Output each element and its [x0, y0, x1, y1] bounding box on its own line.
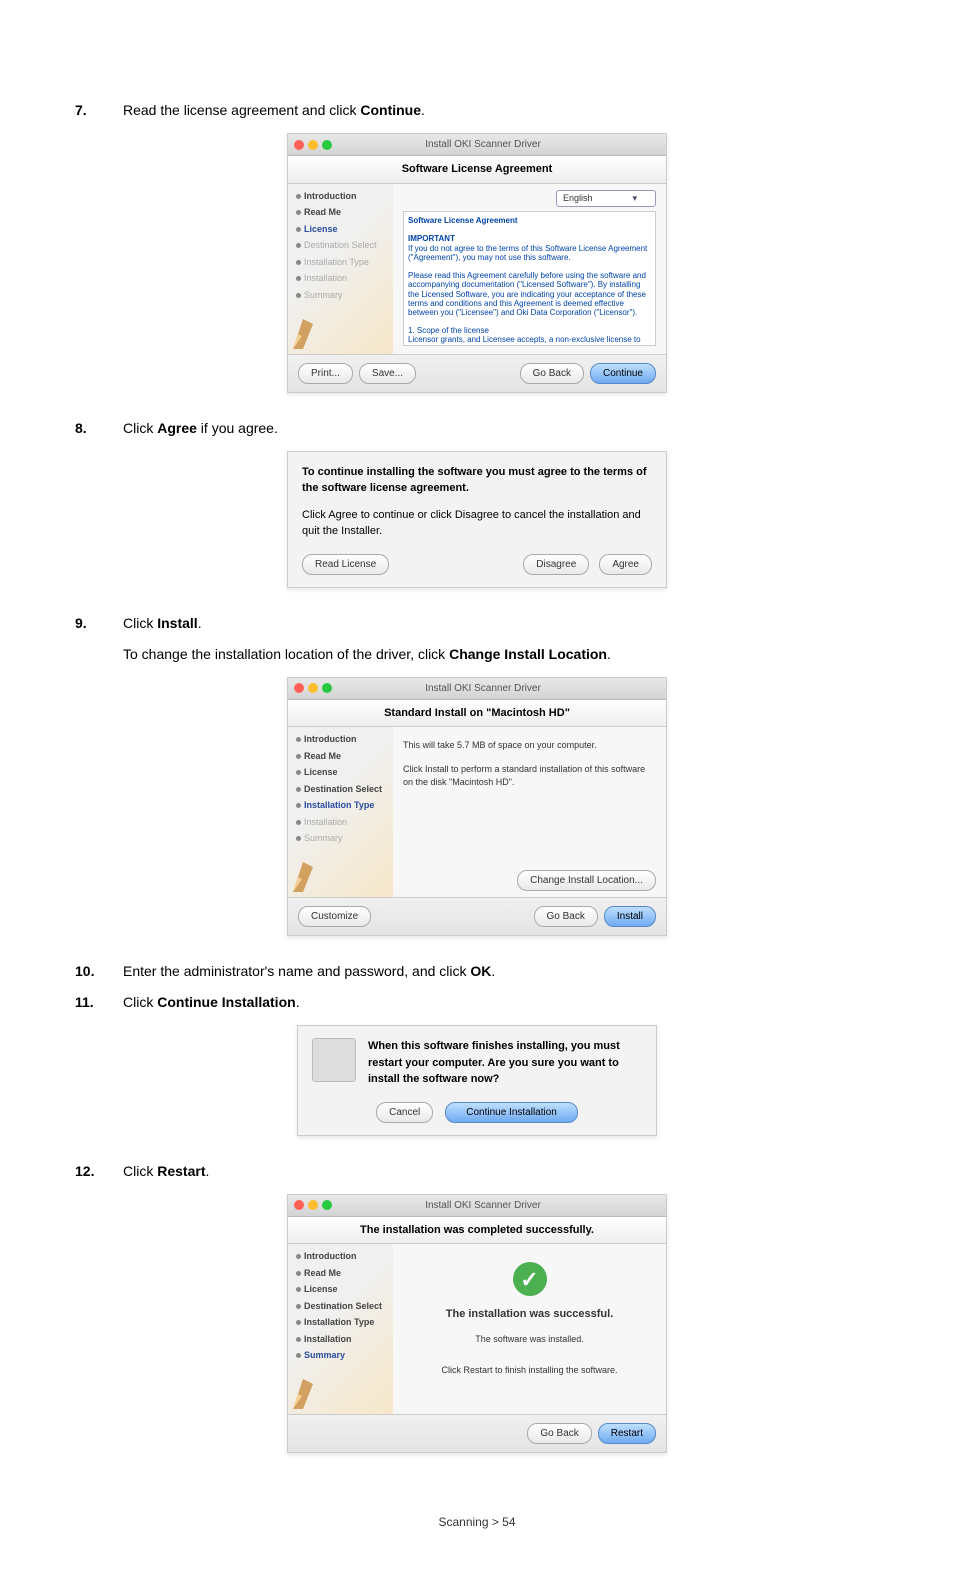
close-icon[interactable] — [294, 140, 304, 150]
step-7: 7. Read the license agreement and click … — [75, 100, 879, 121]
restart-button[interactable]: Restart — [598, 1423, 656, 1444]
disagree-button[interactable]: Disagree — [523, 554, 589, 575]
continue-installation-button[interactable]: Continue Installation — [445, 1102, 578, 1123]
goback-button[interactable]: Go Back — [520, 363, 584, 384]
page-footer: Scanning > 54 — [75, 1513, 879, 1531]
agree-dialog: To continue installing the software you … — [287, 451, 667, 588]
agree-button[interactable]: Agree — [599, 554, 652, 575]
standard-install-dialog: Install OKI Scanner Driver Standard Inst… — [287, 677, 667, 937]
continue-text: When this software finishes installing, … — [368, 1038, 642, 1088]
license-pane: English▾ Software License Agreement IMPO… — [393, 184, 666, 354]
agree-heading: To continue installing the software you … — [302, 464, 652, 497]
step-10: 10. Enter the administrator's name and p… — [75, 961, 879, 982]
zoom-icon[interactable] — [322, 1200, 332, 1210]
continue-installation-dialog: When this software finishes installing, … — [297, 1025, 657, 1136]
window-title: Install OKI Scanner Driver — [336, 137, 660, 152]
step-12: 12. Click Restart. — [75, 1161, 879, 1182]
agree-body: Click Agree to continue or click Disagre… — [302, 507, 652, 540]
continue-button[interactable]: Continue — [590, 363, 656, 384]
cancel-button[interactable]: Cancel — [376, 1102, 433, 1123]
installer-sidebar: Introduction Read Me License Destination… — [288, 184, 393, 354]
language-select[interactable]: English▾ — [556, 190, 656, 208]
step-8: 8. Click Agree if you agree. — [75, 418, 879, 439]
customize-button[interactable]: Customize — [298, 906, 371, 927]
install-button[interactable]: Install — [604, 906, 656, 927]
minimize-icon[interactable] — [308, 140, 318, 150]
pencil-icon — [288, 837, 348, 897]
print-button[interactable]: Print... — [298, 363, 353, 384]
read-license-button[interactable]: Read License — [302, 554, 389, 575]
step-9: 9. Click Install. — [75, 613, 879, 634]
close-icon[interactable] — [294, 683, 304, 693]
goback-button[interactable]: Go Back — [527, 1423, 591, 1444]
zoom-icon[interactable] — [322, 140, 332, 150]
step-num: 7. — [75, 100, 103, 121]
step-text: Read the license agreement and click Con… — [123, 100, 879, 121]
zoom-icon[interactable] — [322, 683, 332, 693]
check-icon: ✓ — [513, 1262, 547, 1296]
step-9-sub: To change the installation location of t… — [123, 644, 879, 665]
minimize-icon[interactable] — [308, 1200, 318, 1210]
titlebar: Install OKI Scanner Driver — [288, 134, 666, 156]
pencil-icon — [288, 294, 348, 354]
minimize-icon[interactable] — [308, 683, 318, 693]
save-button[interactable]: Save... — [359, 363, 416, 384]
license-text: Software License Agreement IMPORTANT If … — [403, 211, 656, 346]
pencil-icon — [288, 1354, 348, 1414]
close-icon[interactable] — [294, 1200, 304, 1210]
license-dialog: Install OKI Scanner Driver Software Lice… — [287, 133, 667, 393]
subheader: Software License Agreement — [288, 156, 666, 184]
installer-icon — [312, 1038, 356, 1082]
change-location-button[interactable]: Change Install Location... — [517, 870, 656, 891]
goback-button[interactable]: Go Back — [534, 906, 598, 927]
step-11: 11. Click Continue Installation. — [75, 992, 879, 1013]
button-bar: Print... Save... Go Back Continue — [288, 354, 666, 392]
success-dialog: Install OKI Scanner Driver The installat… — [287, 1194, 667, 1454]
chevron-down-icon: ▾ — [632, 192, 637, 206]
